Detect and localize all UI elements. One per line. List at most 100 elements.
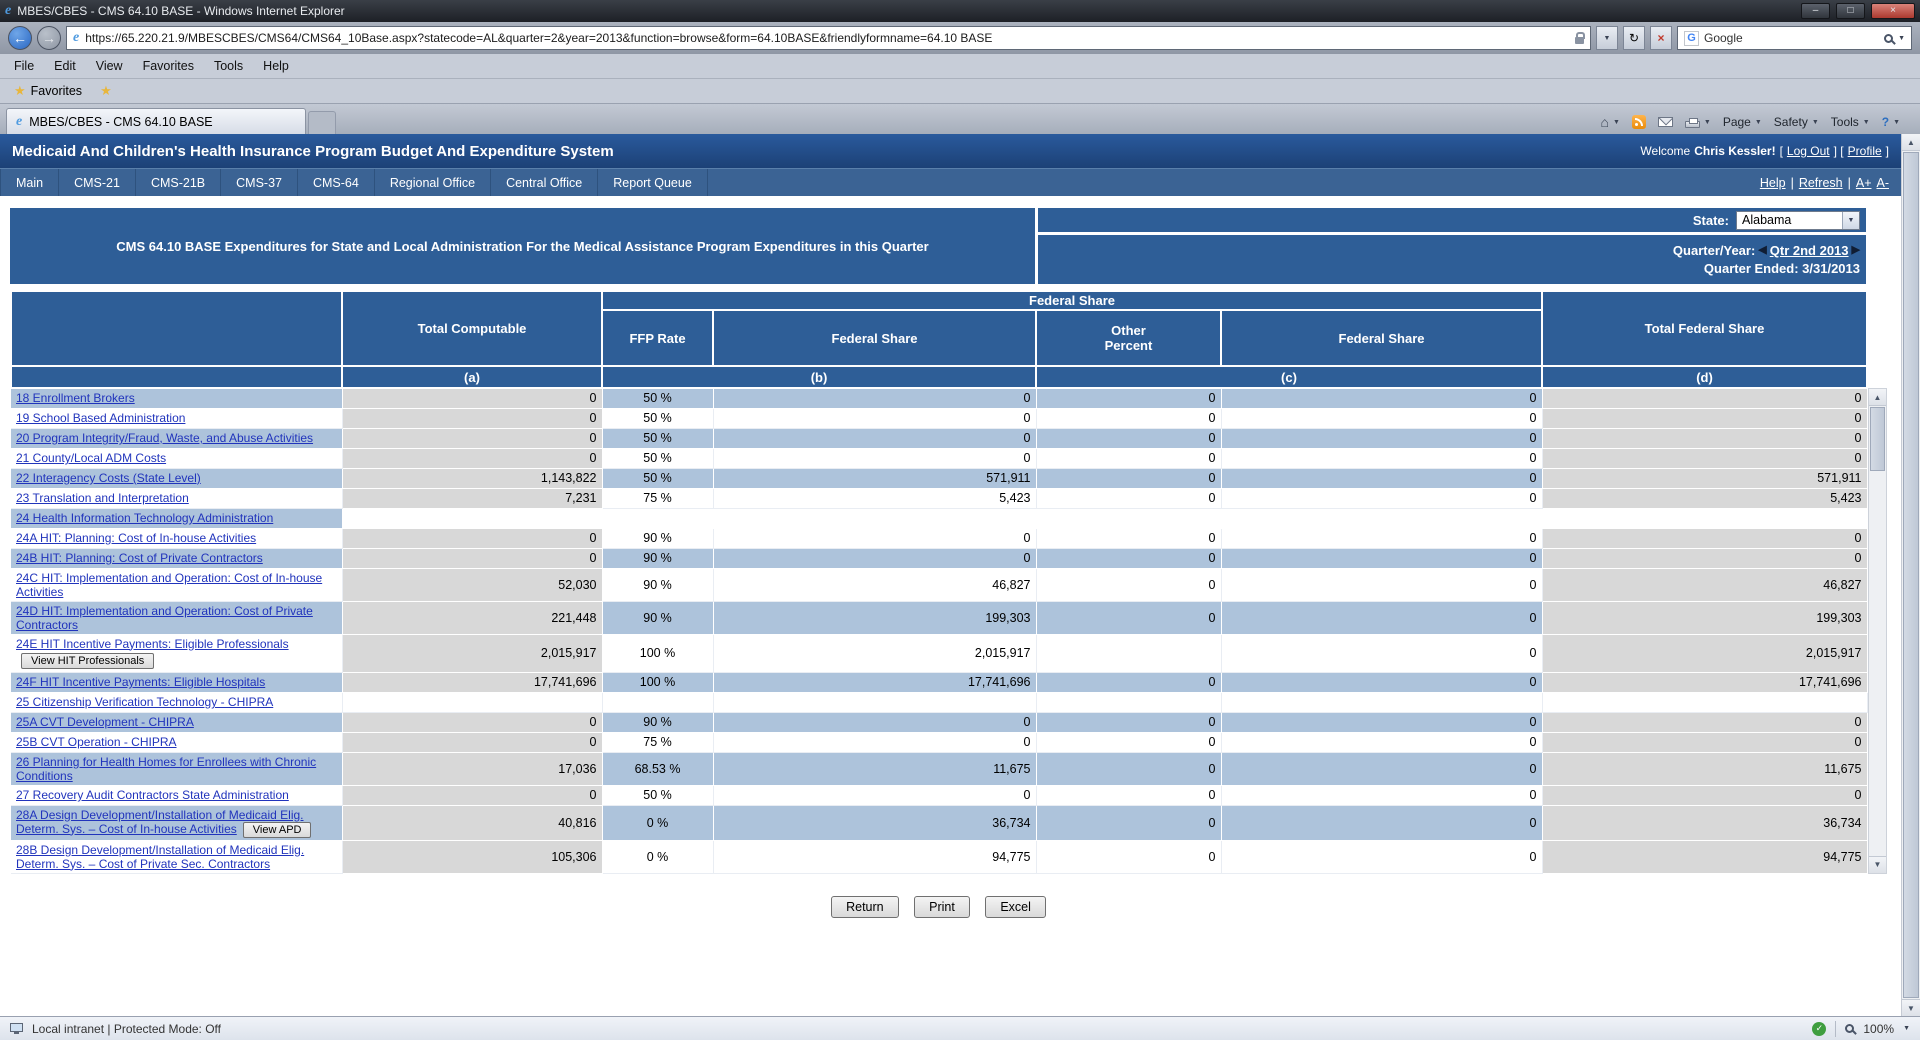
https-lock-icon: [1575, 37, 1584, 44]
print-button[interactable]: ▼: [1685, 117, 1711, 128]
tools-menu[interactable]: Tools▼: [1831, 115, 1870, 129]
cell-a: 0: [342, 408, 602, 428]
page-scroll-up-icon[interactable]: ▲: [1902, 134, 1920, 151]
row-link[interactable]: 24B HIT: Planning: Cost of Private Contr…: [16, 551, 263, 565]
browser-scrollbar[interactable]: ▲ ▼: [1901, 134, 1920, 1016]
nav-tab-cms-21[interactable]: CMS-21: [59, 169, 136, 196]
menu-view[interactable]: View: [96, 59, 123, 73]
cell-c: 0: [1221, 448, 1542, 468]
menu-tools[interactable]: Tools: [214, 59, 243, 73]
row-link[interactable]: 24D HIT: Implementation and Operation: C…: [16, 604, 313, 632]
state-select[interactable]: Alabama ▼: [1736, 211, 1860, 230]
nav-tab-central-office[interactable]: Central Office: [491, 169, 598, 196]
refresh-button[interactable]: ↻: [1623, 26, 1645, 50]
table-scroll-thumb[interactable]: [1870, 407, 1885, 471]
help-icon: ?: [1882, 115, 1889, 129]
row-link[interactable]: 24 Health Information Technology Adminis…: [16, 511, 273, 525]
new-tab-stub[interactable]: [308, 111, 336, 134]
url-dropdown-button[interactable]: ▼: [1596, 26, 1618, 50]
expenditure-table: Total Computable Federal Share Total Fed…: [10, 290, 1868, 874]
print-page-button[interactable]: Print: [914, 896, 970, 918]
help-link[interactable]: Help: [1760, 176, 1786, 190]
table-scrollbar[interactable]: ▲ ▼: [1868, 388, 1887, 874]
minimize-button[interactable]: –: [1801, 3, 1830, 19]
row-action-button[interactable]: View APD: [243, 822, 312, 838]
page-scroll-down-icon[interactable]: ▼: [1902, 999, 1920, 1016]
url-field[interactable]: e https://65.220.21.9/MBESCBES/CMS64/CMS…: [66, 26, 1591, 50]
row-link[interactable]: 25 Citizenship Verification Technology -…: [16, 695, 273, 709]
row-link[interactable]: 25A CVT Development - CHIPRA: [16, 715, 194, 729]
state-select-arrow[interactable]: ▼: [1842, 212, 1859, 229]
menu-help[interactable]: Help: [263, 59, 289, 73]
nav-tab-cms-37[interactable]: CMS-37: [221, 169, 298, 196]
font-increase-link[interactable]: A+: [1856, 176, 1872, 190]
active-tab[interactable]: e MBES/CBES - CMS 64.10 BASE: [6, 108, 306, 134]
row-link[interactable]: 25B CVT Operation - CHIPRA: [16, 735, 177, 749]
nav-tab-cms-64[interactable]: CMS-64: [298, 169, 375, 196]
nav-tab-regional-office[interactable]: Regional Office: [375, 169, 491, 196]
search-icon[interactable]: [1884, 34, 1893, 43]
page-scroll-thumb[interactable]: [1903, 152, 1919, 998]
font-decrease-link[interactable]: A-: [1877, 176, 1890, 190]
row-link[interactable]: 24F HIT Incentive Payments: Eligible Hos…: [16, 675, 265, 689]
cell-other: 0: [1036, 840, 1221, 873]
cell-other: 0: [1036, 712, 1221, 732]
search-input[interactable]: Google: [1704, 31, 1879, 45]
excel-button[interactable]: Excel: [985, 896, 1046, 918]
profile-link[interactable]: Profile: [1848, 144, 1882, 158]
nav-tab-main[interactable]: Main: [0, 169, 59, 196]
zoom-level[interactable]: 100%: [1863, 1022, 1894, 1036]
row-link[interactable]: 26 Planning for Health Homes for Enrolle…: [16, 755, 316, 783]
nav-tab-report-queue[interactable]: Report Queue: [598, 169, 708, 196]
return-button[interactable]: Return: [831, 896, 899, 918]
cell-a: 17,036: [342, 752, 602, 785]
menu-edit[interactable]: Edit: [54, 59, 76, 73]
row-link[interactable]: 24E HIT Incentive Payments: Eligible Pro…: [16, 637, 289, 651]
row-link[interactable]: 19 School Based Administration: [16, 411, 185, 425]
read-mail-icon[interactable]: [1658, 117, 1673, 127]
row-action-button[interactable]: View HIT Professionals: [21, 653, 154, 669]
forward-button[interactable]: →: [37, 26, 61, 50]
row-link[interactable]: 28B Design Development/Installation of M…: [16, 843, 304, 871]
maximize-button[interactable]: □: [1836, 3, 1865, 19]
table-row: 26 Planning for Health Homes for Enrolle…: [11, 752, 1867, 785]
close-button[interactable]: ×: [1871, 3, 1915, 19]
row-link[interactable]: 20 Program Integrity/Fraud, Waste, and A…: [16, 431, 313, 445]
refresh-link[interactable]: Refresh: [1799, 176, 1843, 190]
row-link[interactable]: 24A HIT: Planning: Cost of In-house Acti…: [16, 531, 256, 545]
menu-favorites[interactable]: Favorites: [143, 59, 194, 73]
row-link[interactable]: 23 Translation and Interpretation: [16, 491, 189, 505]
table-row: 28A Design Development/Installation of M…: [11, 805, 1867, 840]
url-text[interactable]: https://65.220.21.9/MBESCBES/CMS64/CMS64…: [85, 31, 1569, 45]
previous-quarter-icon[interactable]: ◀: [1758, 245, 1766, 256]
row-link[interactable]: 18 Enrollment Brokers: [16, 391, 135, 405]
table-scroll-up-icon[interactable]: ▲: [1869, 389, 1886, 406]
favorites-button[interactable]: ★ Favorites: [8, 82, 88, 100]
zoom-caret[interactable]: ▼: [1903, 1025, 1910, 1032]
stop-button[interactable]: ×: [1650, 26, 1672, 50]
table-scroll-down-icon[interactable]: ▼: [1869, 856, 1886, 873]
logout-link[interactable]: Log Out: [1787, 144, 1830, 158]
row-link[interactable]: 24C HIT: Implementation and Operation: C…: [16, 571, 322, 599]
back-button[interactable]: ←: [8, 26, 32, 50]
page-menu[interactable]: Page▼: [1723, 115, 1762, 129]
add-favorite-icon[interactable]: ★: [100, 83, 112, 99]
quarter-value-link[interactable]: Qtr 2nd 2013: [1770, 243, 1849, 258]
safety-menu[interactable]: Safety▼: [1774, 115, 1819, 129]
zoom-icon[interactable]: [1845, 1024, 1854, 1033]
row-link[interactable]: 22 Interagency Costs (State Level): [16, 471, 201, 485]
nav-tab-cms-21b[interactable]: CMS-21B: [136, 169, 221, 196]
rss-feed-icon[interactable]: [1632, 115, 1646, 129]
next-quarter-icon[interactable]: ▶: [1852, 245, 1860, 256]
row-link[interactable]: 27 Recovery Audit Contractors State Admi…: [16, 788, 289, 802]
search-options-caret[interactable]: ▼: [1898, 35, 1905, 42]
cell-b: 0: [713, 548, 1036, 568]
cell-a: 0: [342, 785, 602, 805]
table-row: 22 Interagency Costs (State Level)1,143,…: [11, 468, 1867, 488]
search-box[interactable]: G Google ▼: [1677, 26, 1912, 50]
help-menu[interactable]: ?▼: [1882, 115, 1900, 129]
row-link[interactable]: 21 County/Local ADM Costs: [16, 451, 166, 465]
cell-a: 221,448: [342, 601, 602, 634]
menu-file[interactable]: File: [14, 59, 34, 73]
home-button[interactable]: ⌂▼: [1600, 114, 1619, 130]
